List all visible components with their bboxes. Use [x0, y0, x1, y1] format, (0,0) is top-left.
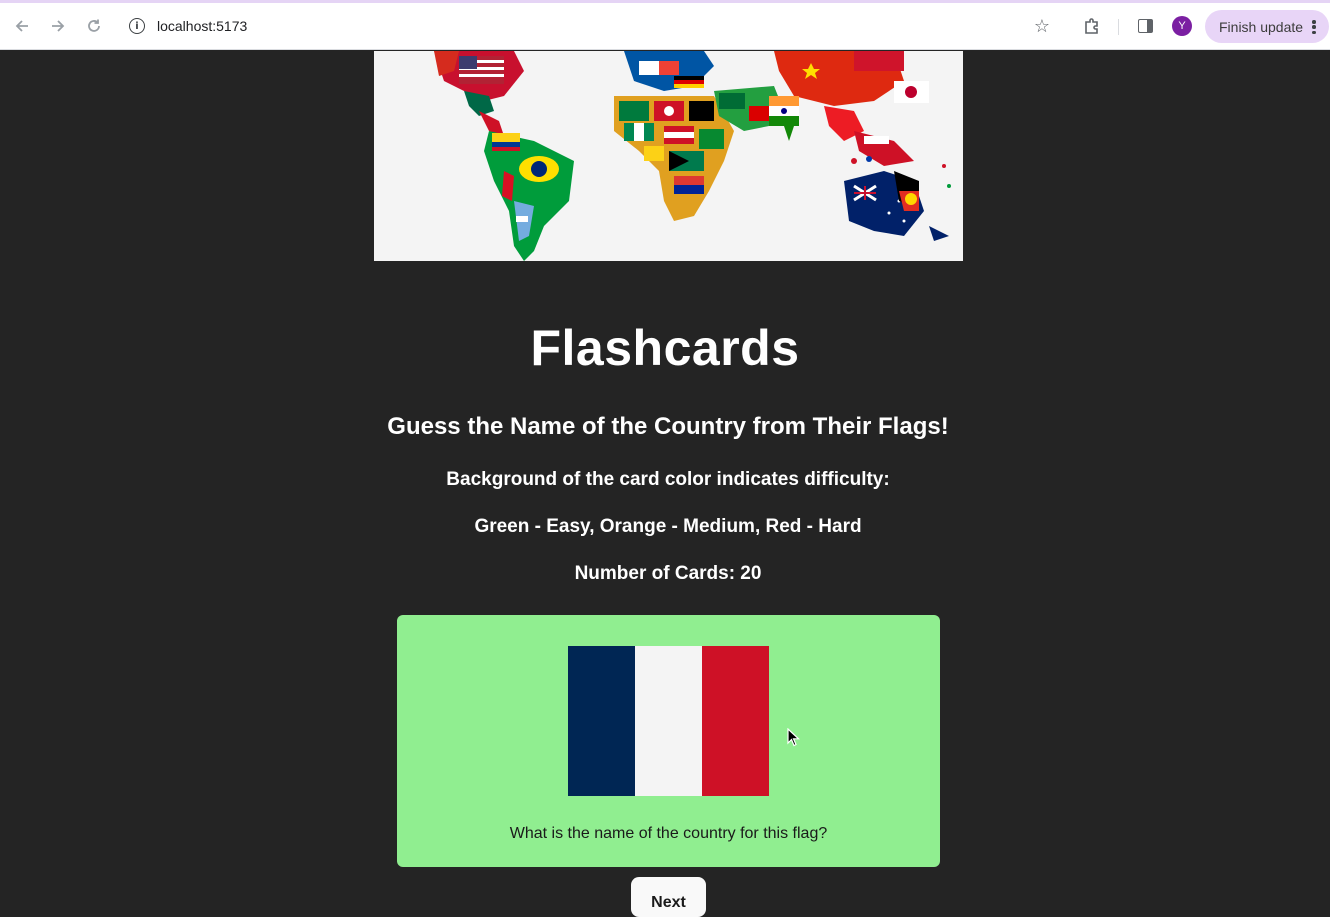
extensions-puzzle-icon[interactable]: [1083, 17, 1101, 35]
card-count-text: Number of Cards: 20: [574, 563, 762, 584]
finish-update-button[interactable]: Finish update: [1205, 10, 1329, 43]
difficulty-intro-text: Background of the card color indicates d…: [446, 469, 890, 490]
mouse-cursor-icon: [787, 728, 801, 747]
page-subtitle: Guess the Name of the Country from Their…: [387, 413, 949, 440]
france-flag-image: [568, 646, 769, 796]
side-panel-icon[interactable]: [1138, 19, 1153, 33]
flashcard[interactable]: What is the name of the country for this…: [397, 615, 940, 867]
world-flags-map-image: [374, 51, 963, 261]
difficulty-legend-text: Green - Easy, Orange - Medium, Red - Har…: [474, 516, 862, 537]
kebab-menu-icon[interactable]: [1312, 20, 1316, 34]
flag-stripe-blue: [568, 646, 635, 796]
back-arrow-icon[interactable]: [11, 15, 33, 37]
next-button[interactable]: Next: [631, 877, 706, 917]
finish-update-label: Finish update: [1219, 18, 1304, 35]
profile-avatar[interactable]: Y: [1172, 16, 1192, 36]
forward-arrow-icon[interactable]: [47, 15, 69, 37]
card-question: What is the name of the country for this…: [509, 825, 828, 842]
browser-toolbar: i localhost:5173 ☆ Y Finish update: [0, 3, 1330, 50]
address-bar-url[interactable]: localhost:5173: [157, 17, 247, 35]
site-info-icon[interactable]: i: [129, 18, 145, 34]
toolbar-divider: [1118, 19, 1119, 35]
bookmark-star-icon[interactable]: ☆: [1031, 15, 1053, 37]
reload-icon[interactable]: [83, 15, 105, 37]
page-title: Flashcards: [530, 320, 800, 376]
flag-stripe-red: [702, 646, 769, 796]
flag-stripe-white: [635, 646, 702, 796]
page-viewport: Flashcards Guess the Name of the Country…: [0, 51, 1330, 917]
